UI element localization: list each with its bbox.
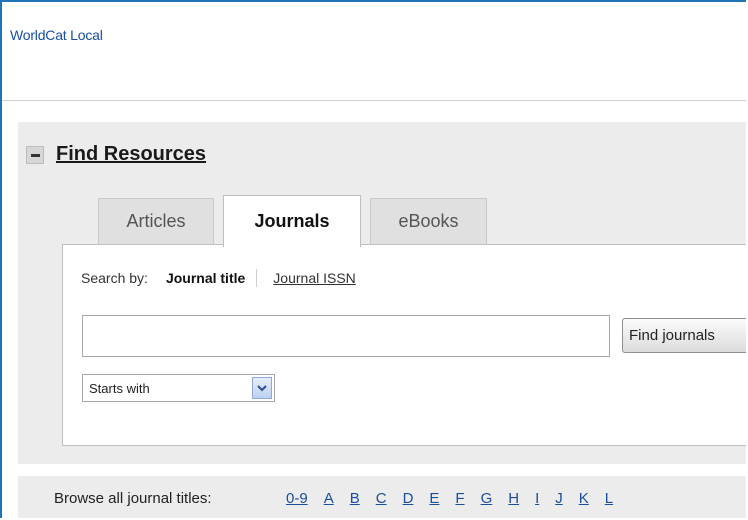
browse-link-l[interactable]: L [605,490,613,507]
browse-link-f[interactable]: F [455,490,464,507]
match-type-selected: Starts with [89,380,150,396]
search-by-journal-issn[interactable]: Journal ISSN [273,270,355,286]
browse-link-0-9[interactable]: 0-9 [286,490,308,507]
journal-search-input[interactable] [82,315,610,357]
tab-articles[interactable]: Articles [98,198,214,244]
browse-letter-links: 0-9 A B C D E F G H I J K L [286,490,629,507]
tab-ebooks[interactable]: eBooks [370,198,487,244]
browse-link-k[interactable]: K [579,490,589,507]
browse-label: Browse all journal titles: [54,490,212,507]
browse-link-g[interactable]: G [481,490,493,507]
search-by-row: Search by: Journal title Journal ISSN [81,269,356,287]
match-type-select[interactable]: Starts with [82,374,275,402]
chevron-down-icon[interactable] [252,377,272,399]
app-title[interactable]: WorldCat Local [10,27,103,43]
find-journals-button[interactable]: Find journals [622,318,746,353]
search-by-separator [256,269,258,287]
browse-link-d[interactable]: D [403,490,414,507]
browse-link-i[interactable]: I [535,490,539,507]
search-by-label: Search by: [81,270,148,286]
collapse-toggle-minus-icon[interactable] [26,146,44,164]
browse-link-h[interactable]: H [508,490,519,507]
browse-link-c[interactable]: C [376,490,387,507]
browse-link-b[interactable]: B [350,490,360,507]
header-divider [2,100,746,101]
tab-journals[interactable]: Journals [223,195,361,247]
browse-link-a[interactable]: A [324,490,334,507]
browse-link-e[interactable]: E [429,490,439,507]
section-title[interactable]: Find Resources [56,143,206,166]
search-by-journal-title[interactable]: Journal title [166,270,245,286]
browse-link-j[interactable]: J [555,490,563,507]
app-window: WorldCat Local Find Resources Articles J… [0,0,746,518]
